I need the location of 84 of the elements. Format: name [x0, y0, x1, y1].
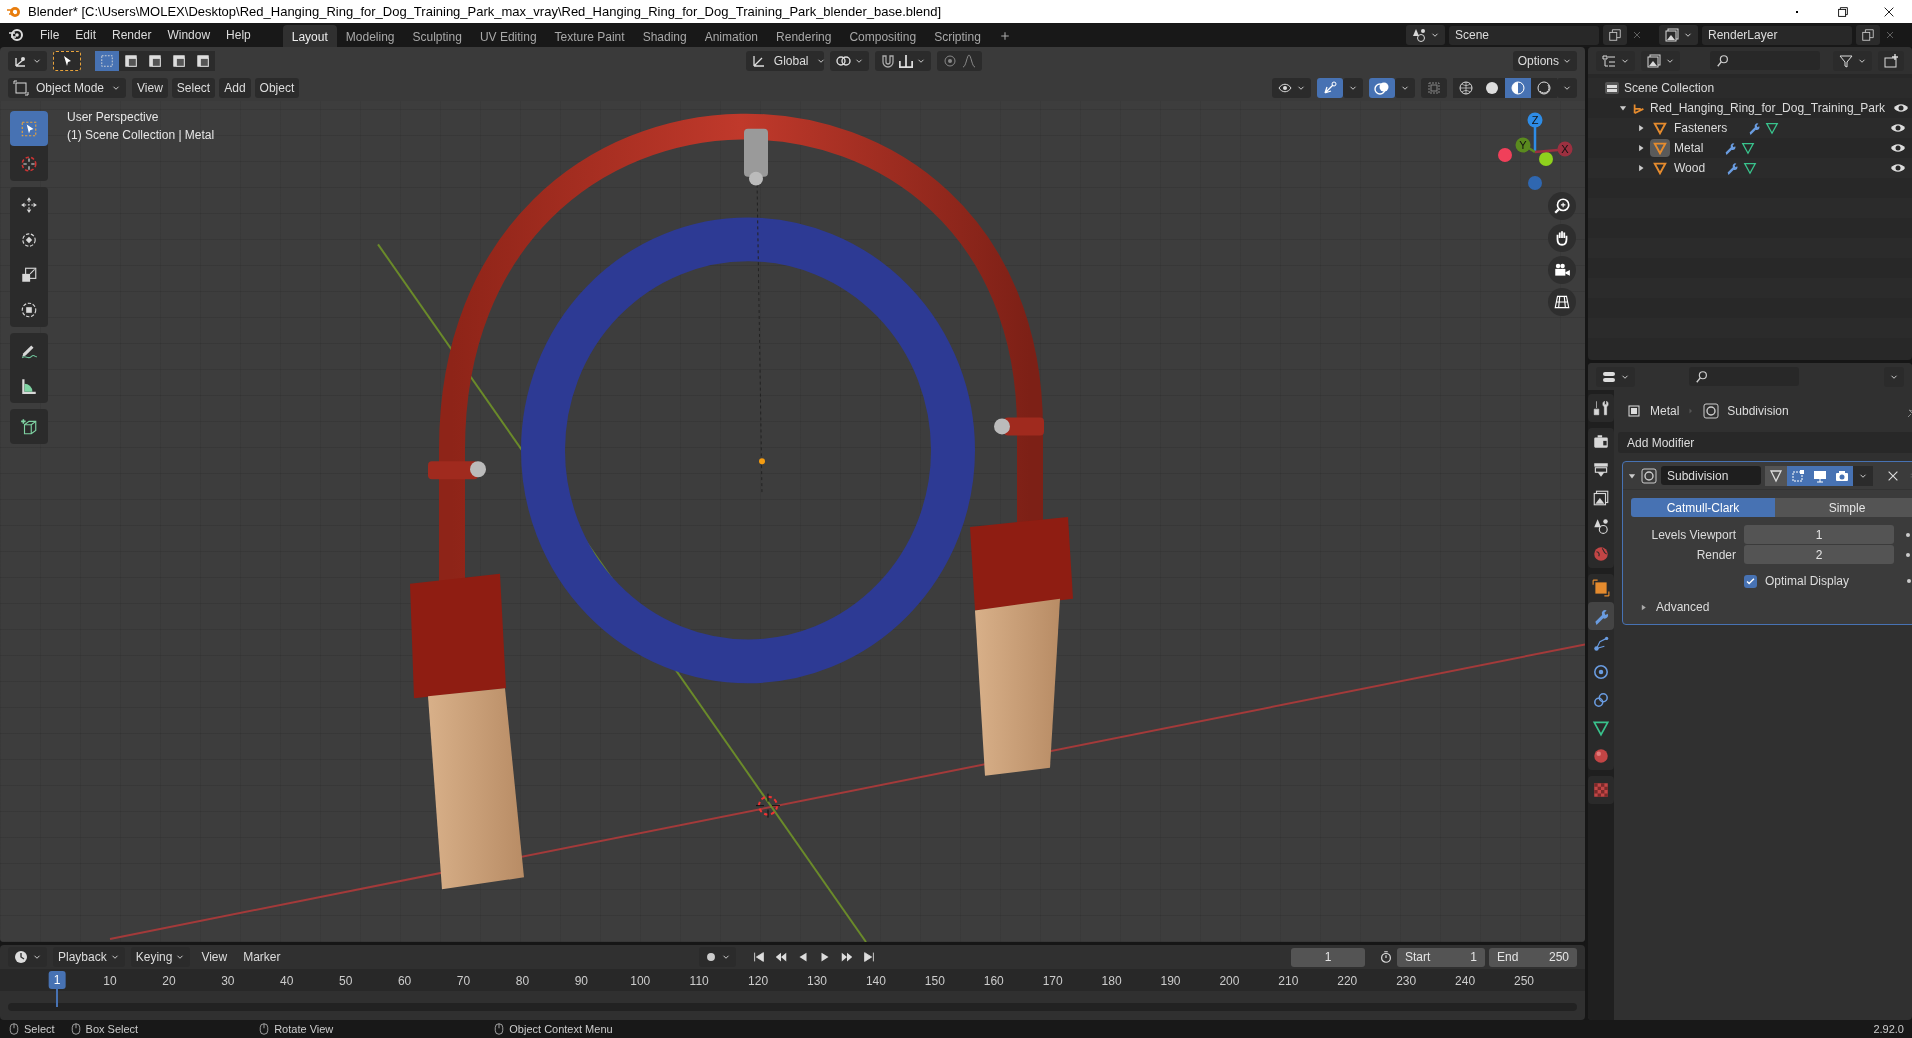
- field-label: Levels Viewport: [1650, 526, 1736, 544]
- frame-number: 230: [1396, 973, 1417, 990]
- menu-item[interactable]: Select: [171, 77, 216, 98]
- frame-number: 170: [1042, 973, 1063, 990]
- status-hint: Box Select: [85, 1021, 139, 1037]
- frame-number: 60: [397, 973, 412, 990]
- status-hint: Select: [24, 1021, 55, 1037]
- frame-number: 120: [748, 973, 769, 990]
- scene-field[interactable]: Scene: [1449, 25, 1599, 45]
- workspace-tab[interactable]: Animation: [695, 25, 768, 47]
- current-frame-field[interactable]: 1: [1291, 947, 1365, 967]
- menu-item[interactable]: Window: [159, 24, 219, 46]
- viewport-info-text: (1) Scene Collection | Metal: [67, 127, 215, 144]
- workspace-tab[interactable]: Shading: [633, 25, 696, 47]
- number-field[interactable]: 2: [1744, 545, 1894, 564]
- workspace-tab[interactable]: Scripting: [925, 25, 990, 47]
- axis-handle[interactable]: Z: [1527, 112, 1543, 128]
- frame-number: 190: [1160, 973, 1181, 990]
- menu-item[interactable]: Keying: [130, 947, 191, 967]
- modifier-name-field[interactable]: Subdivision: [1661, 466, 1761, 485]
- frame-number: 20: [162, 973, 176, 990]
- frame-number: 40: [280, 973, 294, 990]
- menu-item[interactable]: Add: [219, 77, 251, 98]
- workspace-tab[interactable]: Modeling: [336, 25, 404, 47]
- frame-number: 80: [515, 973, 530, 990]
- menu-item[interactable]: Marker: [238, 947, 286, 967]
- menu-item[interactable]: View: [132, 77, 168, 98]
- status-hint: Object Context Menu: [509, 1021, 613, 1037]
- outliner-item-label[interactable]: Wood: [1674, 159, 1706, 177]
- start-frame-field[interactable]: Start 1: [1397, 947, 1485, 967]
- outliner-item-label[interactable]: Fasteners: [1674, 119, 1728, 137]
- workspace-tab[interactable]: UV Editing: [470, 25, 546, 47]
- frame-number: 70: [456, 973, 471, 990]
- frame-number: 30: [221, 973, 235, 990]
- window-title: Blender* [C:\Users\MOLEX\Desktop\Red_Hanging_Ring_for_Dog_Training_Park_max_vray\Red_Hanging_Ring_for_Dog_Training_Park_blender_base.blend]: [28, 2, 943, 21]
- version-text: 2.92.0: [1873, 1021, 1904, 1037]
- frame-number: 100: [630, 973, 651, 990]
- frame-number: 160: [983, 973, 1004, 990]
- menu-item[interactable]: Edit: [67, 24, 105, 46]
- menu-item[interactable]: Render: [104, 24, 160, 46]
- view-layer-field[interactable]: RenderLayer: [1702, 25, 1852, 45]
- mode-dropdown[interactable]: Object Mode: [8, 77, 127, 98]
- frame-number: 210: [1278, 973, 1299, 990]
- number-field[interactable]: 1: [1744, 525, 1894, 544]
- checkbox-label[interactable]: Optimal Display: [1765, 572, 1850, 590]
- axis-handle[interactable]: Y: [1515, 137, 1531, 153]
- menu-item[interactable]: Object: [254, 77, 300, 98]
- workspace-tab[interactable]: Rendering: [767, 25, 841, 47]
- status-hint: Rotate View: [274, 1021, 334, 1037]
- subdivision-type-tab[interactable]: Simple: [1775, 498, 1912, 517]
- frame-number: 180: [1101, 973, 1122, 990]
- menu-item[interactable]: Help: [218, 24, 259, 46]
- workspace-tab[interactable]: Compositing: [840, 25, 926, 47]
- frame-number: 140: [865, 973, 886, 990]
- orientation-dropdown[interactable]: Global: [745, 50, 824, 71]
- frame-number: 110: [689, 973, 709, 990]
- playhead-frame[interactable]: 1: [48, 971, 66, 989]
- field-label: Render: [1695, 546, 1736, 564]
- frame-number: 130: [807, 973, 827, 990]
- breadcrumb-item[interactable]: Metal: [1650, 402, 1680, 420]
- frame-number: 150: [924, 973, 945, 990]
- viewport-info-text: User Perspective: [67, 109, 160, 126]
- menu-item[interactable]: File: [32, 24, 68, 46]
- subdivision-type-tab[interactable]: Catmull-Clark: [1631, 498, 1775, 517]
- collection-label[interactable]: Scene Collection: [1624, 79, 1715, 97]
- frame-number: 240: [1455, 973, 1476, 990]
- workspace-tab[interactable]: Texture Paint: [545, 25, 634, 47]
- outliner-item-label[interactable]: Red_Hanging_Ring_for_Dog_Training_Park: [1650, 99, 1886, 117]
- breadcrumb-item[interactable]: Subdivision: [1727, 402, 1789, 420]
- frame-number: 220: [1337, 973, 1358, 990]
- frame-number: 200: [1219, 973, 1240, 990]
- menu-item[interactable]: View: [196, 947, 233, 967]
- outliner-item-label[interactable]: Metal: [1674, 139, 1704, 157]
- options-dropdown[interactable]: Options: [1512, 50, 1577, 71]
- add-modifier-dropdown[interactable]: Add Modifier: [1618, 432, 1912, 453]
- frame-number: 50: [339, 973, 353, 990]
- end-frame-field[interactable]: End 250: [1489, 947, 1577, 967]
- menu-item[interactable]: Playback: [53, 947, 125, 967]
- frame-number: 10: [103, 973, 117, 990]
- workspace-tab[interactable]: Sculpting: [403, 25, 471, 47]
- subpanel-header[interactable]: Advanced: [1656, 598, 1710, 616]
- frame-number: 90: [574, 973, 588, 990]
- frame-number: 250: [1514, 973, 1534, 990]
- workspace-tab[interactable]: Layout: [282, 25, 337, 47]
